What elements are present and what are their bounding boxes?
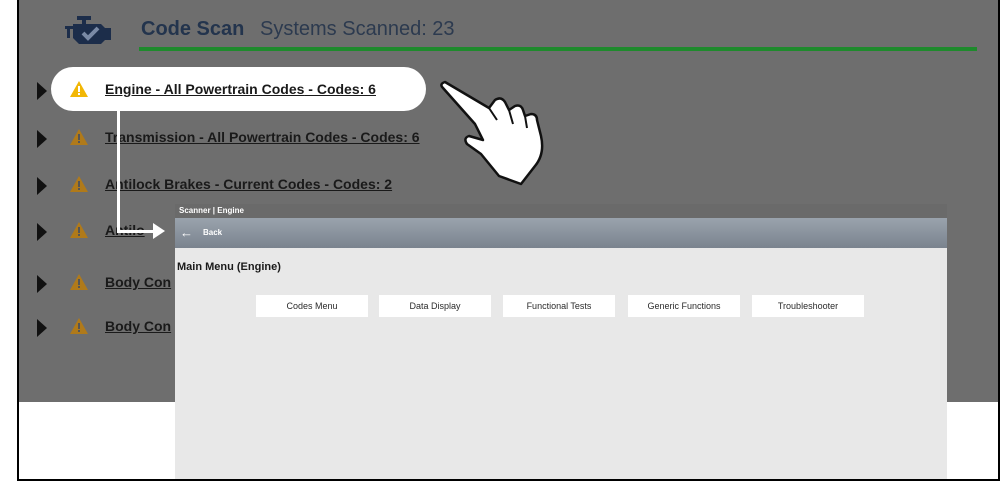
nav-bar: ← Back (175, 218, 947, 248)
system-name[interactable]: Engine - All Powertrain Codes - Codes: 6 (105, 81, 376, 97)
warning-icon (70, 176, 88, 192)
code-count: - Codes: 2 (320, 176, 393, 192)
code-count: - Codes: 6 (347, 129, 420, 145)
code-count: - Codes: 6 (304, 81, 376, 97)
functional-tests-button[interactable]: Functional Tests (503, 295, 615, 317)
expand-arrow-icon[interactable] (37, 319, 47, 337)
scanner-engine-window: Scanner | Engine ← Back Main Menu (Engin… (175, 204, 947, 479)
expand-arrow-icon[interactable] (37, 223, 47, 241)
system-name[interactable]: Body Con (105, 318, 171, 334)
pointing-hand-icon (440, 80, 544, 186)
warning-icon (70, 129, 88, 145)
page-title: Code Scan (141, 18, 245, 40)
codes-menu-button[interactable]: Codes Menu (256, 295, 368, 317)
system-name-text[interactable]: Transmission - All Powertrain Codes (105, 129, 348, 145)
system-name-text[interactable]: Antilock Brakes - Current Codes (105, 176, 321, 192)
scan-progress-fill (139, 47, 977, 51)
expand-arrow-icon[interactable] (37, 82, 47, 100)
expand-arrow-icon[interactable] (37, 130, 47, 148)
data-display-button[interactable]: Data Display (379, 295, 491, 317)
warning-icon (70, 274, 88, 290)
system-name-text[interactable]: Engine - All Powertrain Codes (105, 81, 304, 97)
warning-icon (70, 81, 88, 97)
system-name[interactable]: Transmission - All Powertrain Codes - Co… (105, 129, 420, 145)
check-engine-icon (65, 16, 111, 44)
left-arrow-icon[interactable]: ← (180, 225, 193, 240)
expand-arrow-icon[interactable] (37, 177, 47, 195)
main-menu-heading: Main Menu (Engine) (177, 261, 281, 273)
generic-functions-button[interactable]: Generic Functions (628, 295, 740, 317)
callout-line (117, 103, 120, 233)
warning-icon (70, 222, 88, 238)
system-name[interactable]: Body Con (105, 274, 171, 290)
callout-arrowhead (153, 223, 165, 239)
systems-scanned-count: Systems Scanned: 23 (260, 18, 455, 40)
header: Code Scan Systems Scanned: 23 (19, 0, 998, 60)
back-button[interactable]: Back (203, 228, 222, 237)
expand-arrow-icon[interactable] (37, 275, 47, 293)
troubleshooter-button[interactable]: Troubleshooter (752, 295, 864, 317)
callout-line (117, 230, 157, 233)
system-name[interactable]: Antilock Brakes - Current Codes - Codes:… (105, 176, 392, 192)
scan-progress-bar (139, 47, 977, 51)
warning-icon (70, 318, 88, 334)
window-title: Scanner | Engine (175, 204, 947, 218)
screenshot-frame: Code Scan Systems Scanned: 23 Engine - A… (17, 0, 1000, 481)
